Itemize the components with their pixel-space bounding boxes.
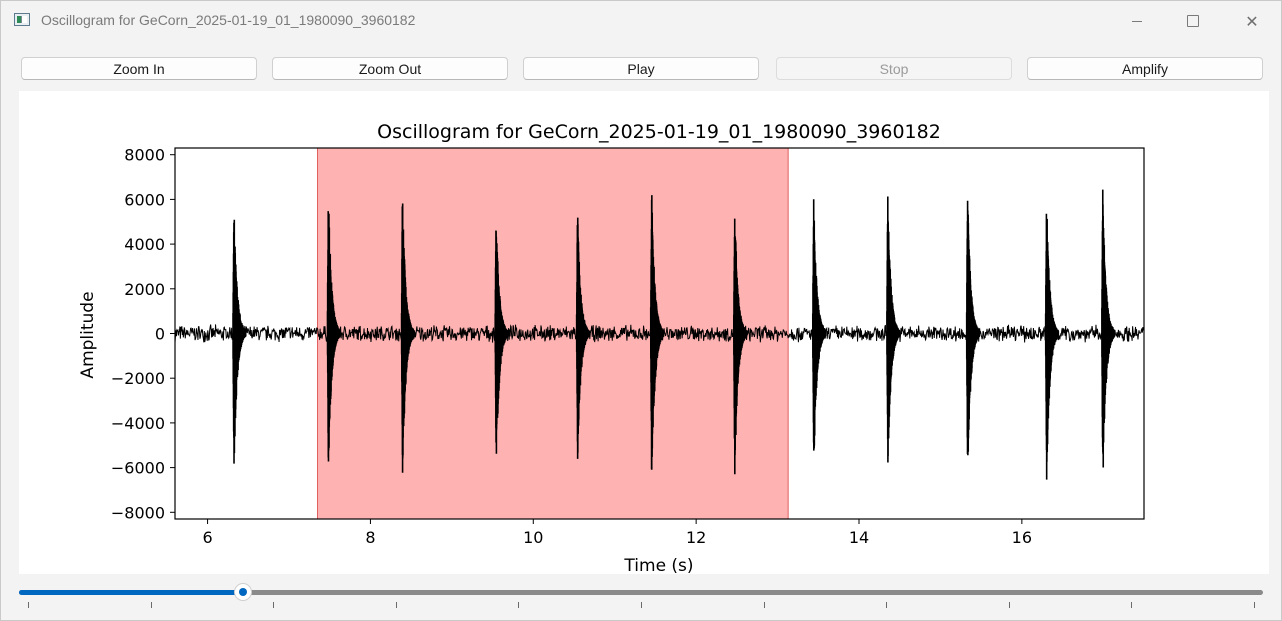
y-tick-label: −8000	[111, 503, 165, 522]
maximize-icon	[1187, 15, 1199, 27]
x-tick-label: 10	[523, 528, 543, 547]
y-tick-label: 4000	[124, 235, 165, 254]
waveform-pulse-1	[232, 219, 247, 464]
slider-tick	[28, 602, 29, 608]
x-axis-label: Time (s)	[623, 556, 693, 574]
slider-tick	[1254, 602, 1255, 608]
slider-tick	[763, 602, 765, 608]
x-tick-label: 8	[365, 528, 375, 547]
slider-fill	[19, 590, 243, 595]
y-tick-label: −6000	[111, 459, 165, 478]
slider-tick	[1008, 602, 1010, 608]
app-icon	[14, 13, 30, 26]
close-button[interactable]: ✕	[1229, 1, 1275, 41]
y-tick-label: −4000	[111, 414, 165, 433]
slider-tick	[641, 602, 642, 608]
minimize-icon	[1132, 20, 1142, 22]
waveform-pulse-8	[811, 199, 827, 451]
window-title: Oscillogram for GeCorn_2025-01-19_01_198…	[41, 12, 416, 28]
slider-tick	[1131, 602, 1133, 608]
zoom-in-button[interactable]: Zoom In	[21, 57, 257, 80]
maximize-button[interactable]	[1170, 1, 1216, 41]
play-button[interactable]: Play	[523, 57, 759, 80]
y-tick-label: 2000	[124, 280, 165, 299]
slider-tick	[150, 602, 152, 608]
close-icon: ✕	[1245, 11, 1259, 31]
position-slider[interactable]	[19, 581, 1263, 621]
y-tick-label: 8000	[124, 146, 165, 165]
slider-thumb[interactable]	[233, 583, 252, 601]
y-axis-label: Amplitude	[78, 291, 98, 378]
oscillogram-window: Oscillogram for GeCorn_2025-01-19_01_198…	[0, 0, 1282, 621]
slider-tick	[518, 602, 520, 608]
slider-tick	[273, 602, 275, 608]
slider-tick	[395, 602, 397, 608]
oscillogram-chart: Oscillogram for GeCorn_2025-01-19_01_198…	[78, 121, 1145, 576]
x-tick-label: 14	[849, 528, 869, 547]
waveform-pulse-12	[1101, 189, 1116, 468]
y-tick-label: −2000	[111, 369, 165, 388]
chart-title: Oscillogram for GeCorn_2025-01-19_01_198…	[377, 121, 941, 143]
zoom-out-button[interactable]: Zoom Out	[272, 57, 508, 80]
waveform-pulse-9	[886, 196, 901, 463]
y-tick-label: 0	[155, 325, 165, 344]
stop-button[interactable]: Stop	[776, 57, 1012, 80]
title-bar[interactable]: Oscillogram for GeCorn_2025-01-19_01_198…	[1, 1, 1281, 41]
waveform-pulse-10	[965, 200, 981, 456]
oscillogram-plot[interactable]: Oscillogram for GeCorn_2025-01-19_01_198…	[19, 91, 1269, 576]
amplify-button[interactable]: Amplify	[1027, 57, 1263, 80]
x-tick-label: 16	[1012, 528, 1032, 547]
minimize-button[interactable]	[1114, 1, 1160, 41]
waveform-pulse-11	[1044, 213, 1060, 480]
x-tick-label: 6	[202, 528, 212, 547]
slider-tick	[886, 602, 888, 608]
x-tick-label: 12	[686, 528, 706, 547]
y-tick-label: 6000	[124, 190, 165, 209]
